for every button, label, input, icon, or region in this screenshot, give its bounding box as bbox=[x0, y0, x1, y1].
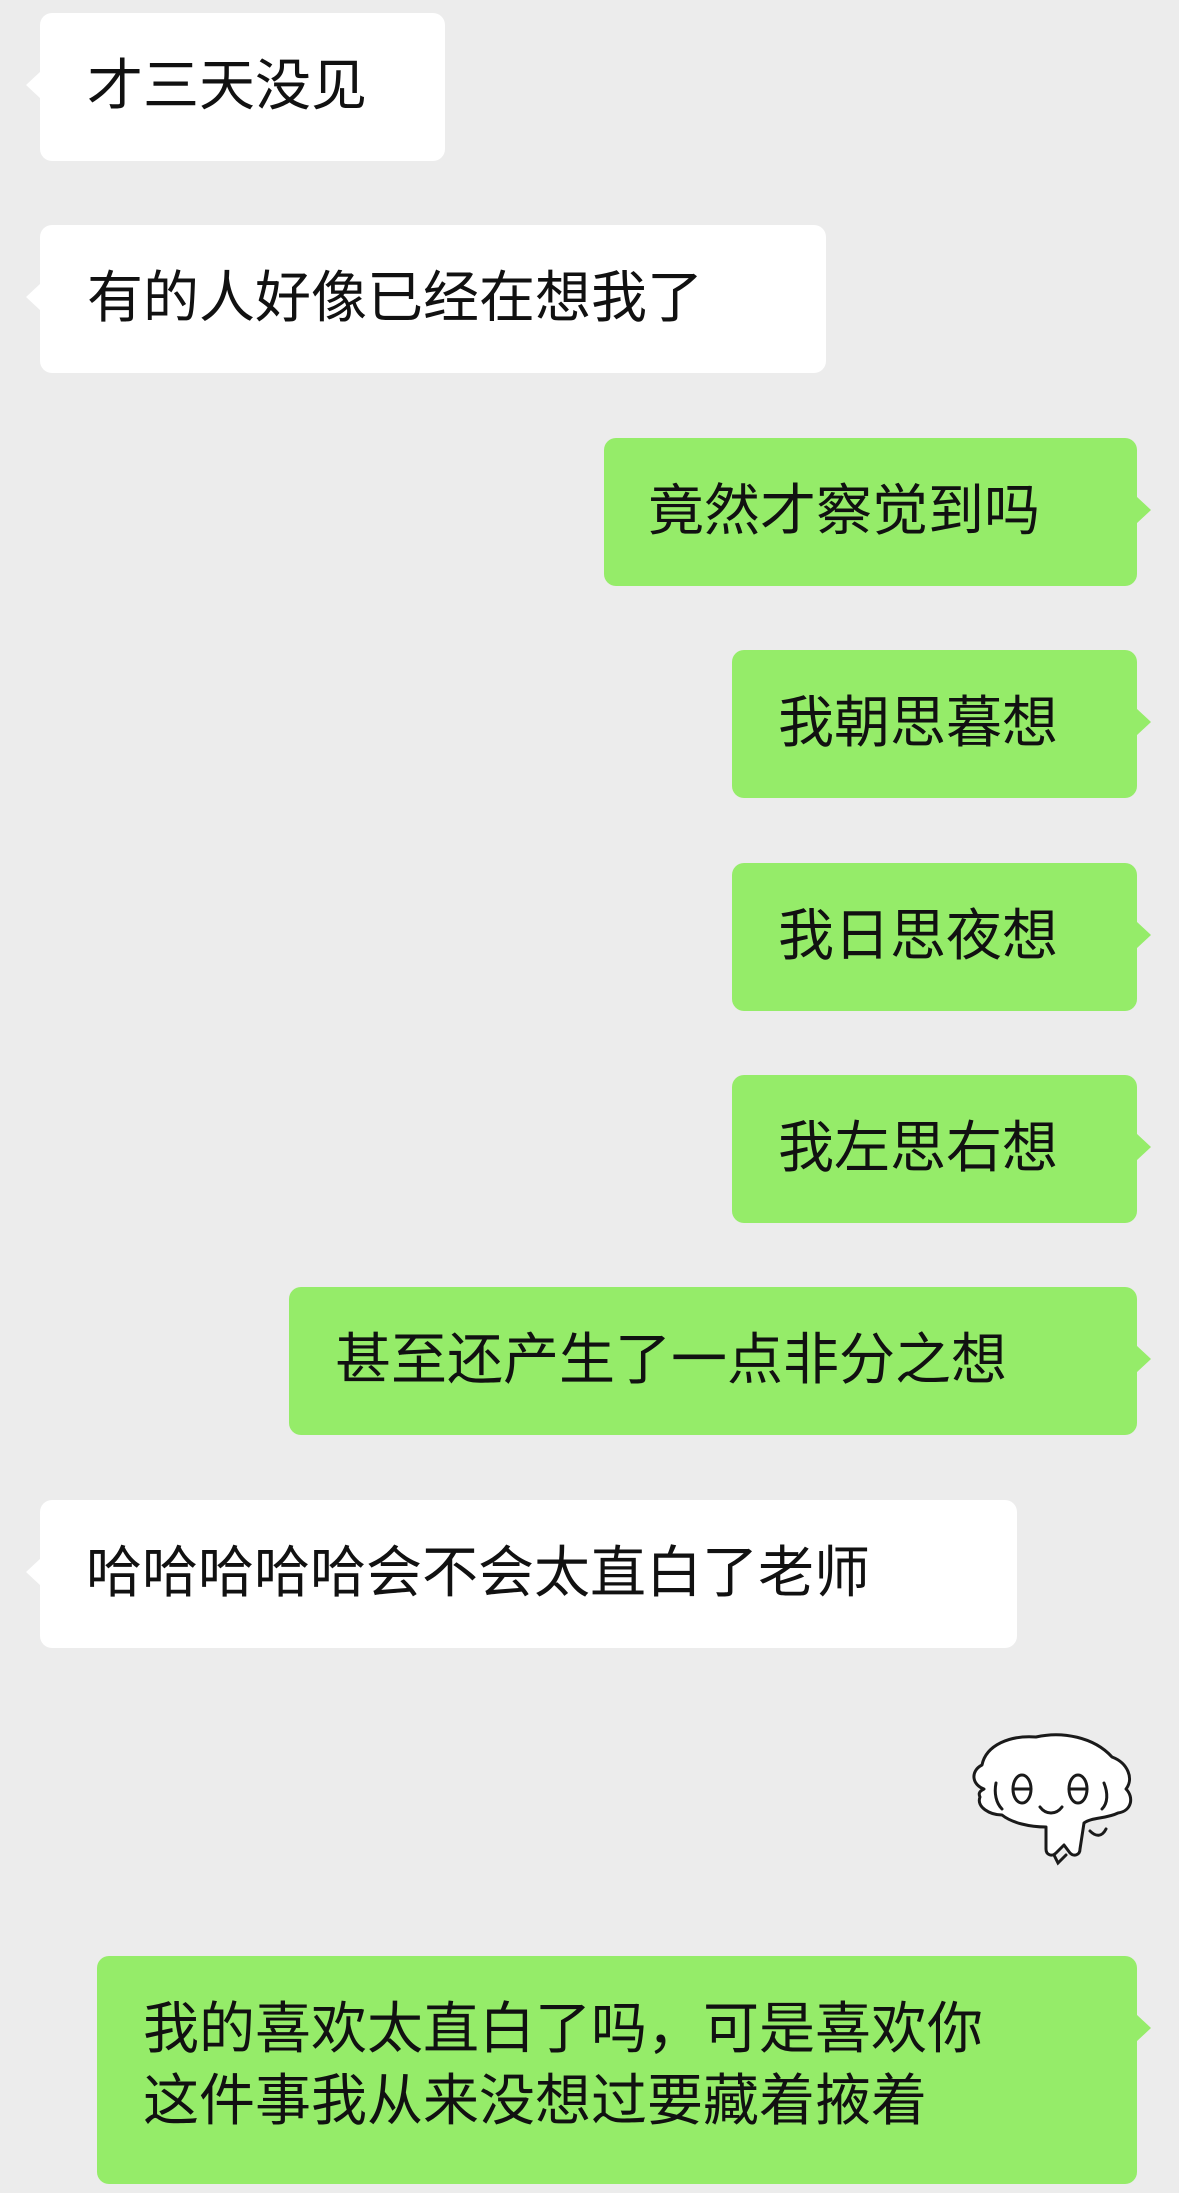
message-text: 才三天没见 bbox=[87, 54, 367, 119]
incoming-message-bubble[interactable]: 才三天没见 bbox=[26, 13, 445, 161]
outgoing-message-bubble[interactable]: 我日思夜想 bbox=[732, 863, 1151, 1011]
outgoing-message-bubble[interactable]: 我朝思暮想 bbox=[732, 650, 1151, 798]
bubble-tail bbox=[1136, 1133, 1151, 1161]
cute-blob-face-icon bbox=[972, 1733, 1133, 1866]
bubble-tail bbox=[1136, 708, 1151, 736]
message-text: 我日思夜想 bbox=[778, 904, 1058, 969]
incoming-message-bubble[interactable]: 有的人好像已经在想我了 bbox=[26, 225, 826, 373]
bubble-tail bbox=[26, 71, 41, 99]
message-text: 甚至还产生了一点非分之想 bbox=[335, 1328, 1007, 1393]
bubble-tail bbox=[26, 283, 41, 311]
message-text: 我左思右想 bbox=[778, 1116, 1058, 1181]
bubble-tail bbox=[1136, 496, 1151, 524]
message-text: 有的人好像已经在想我了 bbox=[87, 266, 703, 331]
bubble-tail bbox=[1136, 2014, 1151, 2042]
bubble-tail bbox=[1136, 1345, 1151, 1373]
message-text-line-2: 这件事我从来没想过要藏着掖着 bbox=[143, 2069, 927, 2134]
bubble-tail bbox=[26, 1558, 41, 1586]
outgoing-message-bubble[interactable]: 竟然才察觉到吗 bbox=[604, 438, 1151, 586]
message-text-line-1: 我的喜欢太直白了吗，可是喜欢你 bbox=[143, 1997, 983, 2062]
message-text: 哈哈哈哈哈会不会太直白了老师 bbox=[86, 1541, 870, 1606]
outgoing-message-bubble[interactable]: 我左思右想 bbox=[732, 1075, 1151, 1223]
chat-message-list[interactable]: 才三天没见 有的人好像已经在想我了 竟然才察觉到吗 我朝思暮想 我日思夜想 我左… bbox=[0, 0, 1179, 2193]
sticker-message[interactable] bbox=[966, 1727, 1138, 1877]
outgoing-message-bubble[interactable]: 我的喜欢太直白了吗，可是喜欢你 这件事我从来没想过要藏着掖着 bbox=[97, 1956, 1151, 2184]
message-text: 竟然才察觉到吗 bbox=[648, 479, 1040, 544]
bubble-tail bbox=[1136, 921, 1151, 949]
message-text: 我朝思暮想 bbox=[778, 691, 1058, 756]
incoming-message-bubble[interactable]: 哈哈哈哈哈会不会太直白了老师 bbox=[26, 1500, 1017, 1648]
outgoing-message-bubble[interactable]: 甚至还产生了一点非分之想 bbox=[289, 1287, 1151, 1435]
